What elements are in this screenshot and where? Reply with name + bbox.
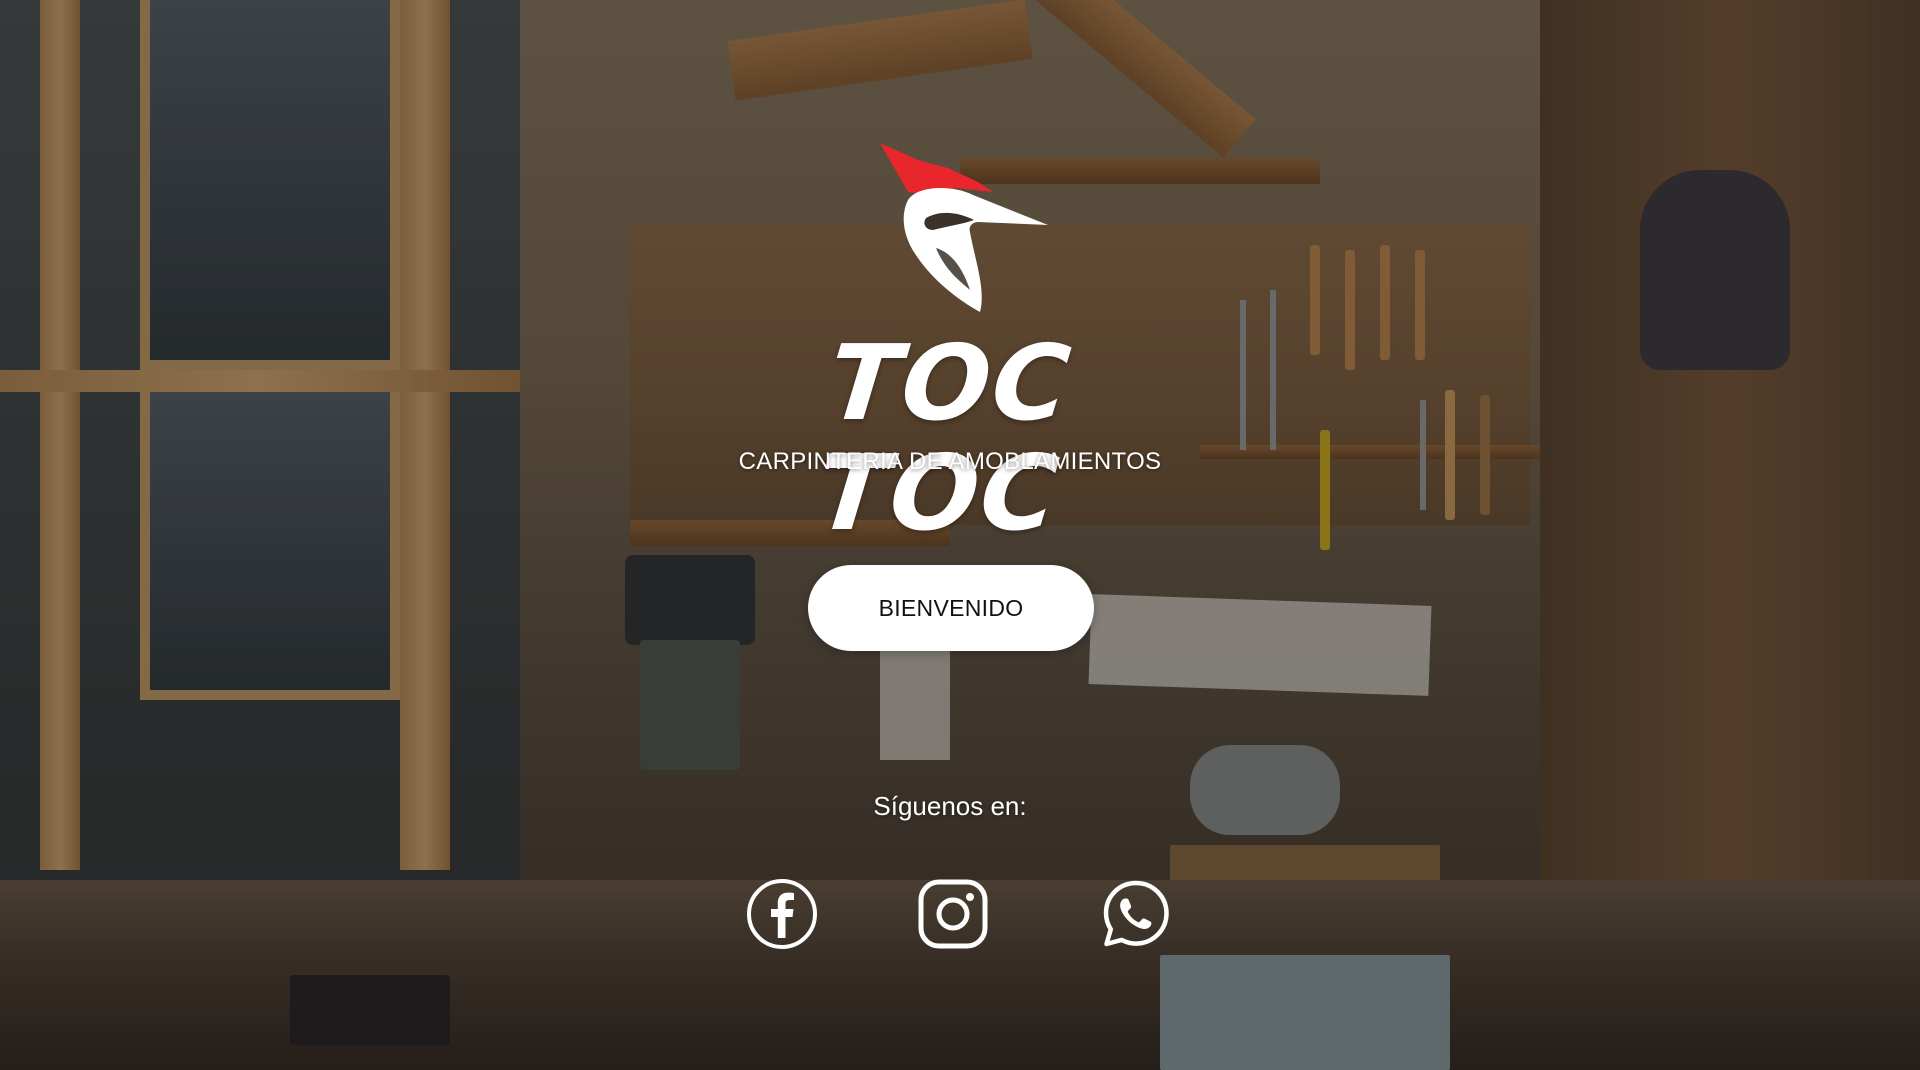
brand-name: TOC TOC [811,322,1078,554]
instagram-icon [917,878,989,950]
facebook-icon [746,878,818,950]
welcome-button[interactable]: BIENVENIDO [808,565,1094,651]
brand-tagline: CARPINTERIA DE AMOBLAMIENTOS [738,448,1162,475]
facebook-link[interactable] [746,878,818,950]
whatsapp-link[interactable] [1100,878,1172,950]
whatsapp-icon [1100,878,1172,950]
woodpecker-icon [878,140,1058,315]
instagram-link[interactable] [917,878,989,950]
follow-us-label: Síguenos en: [873,791,1027,821]
